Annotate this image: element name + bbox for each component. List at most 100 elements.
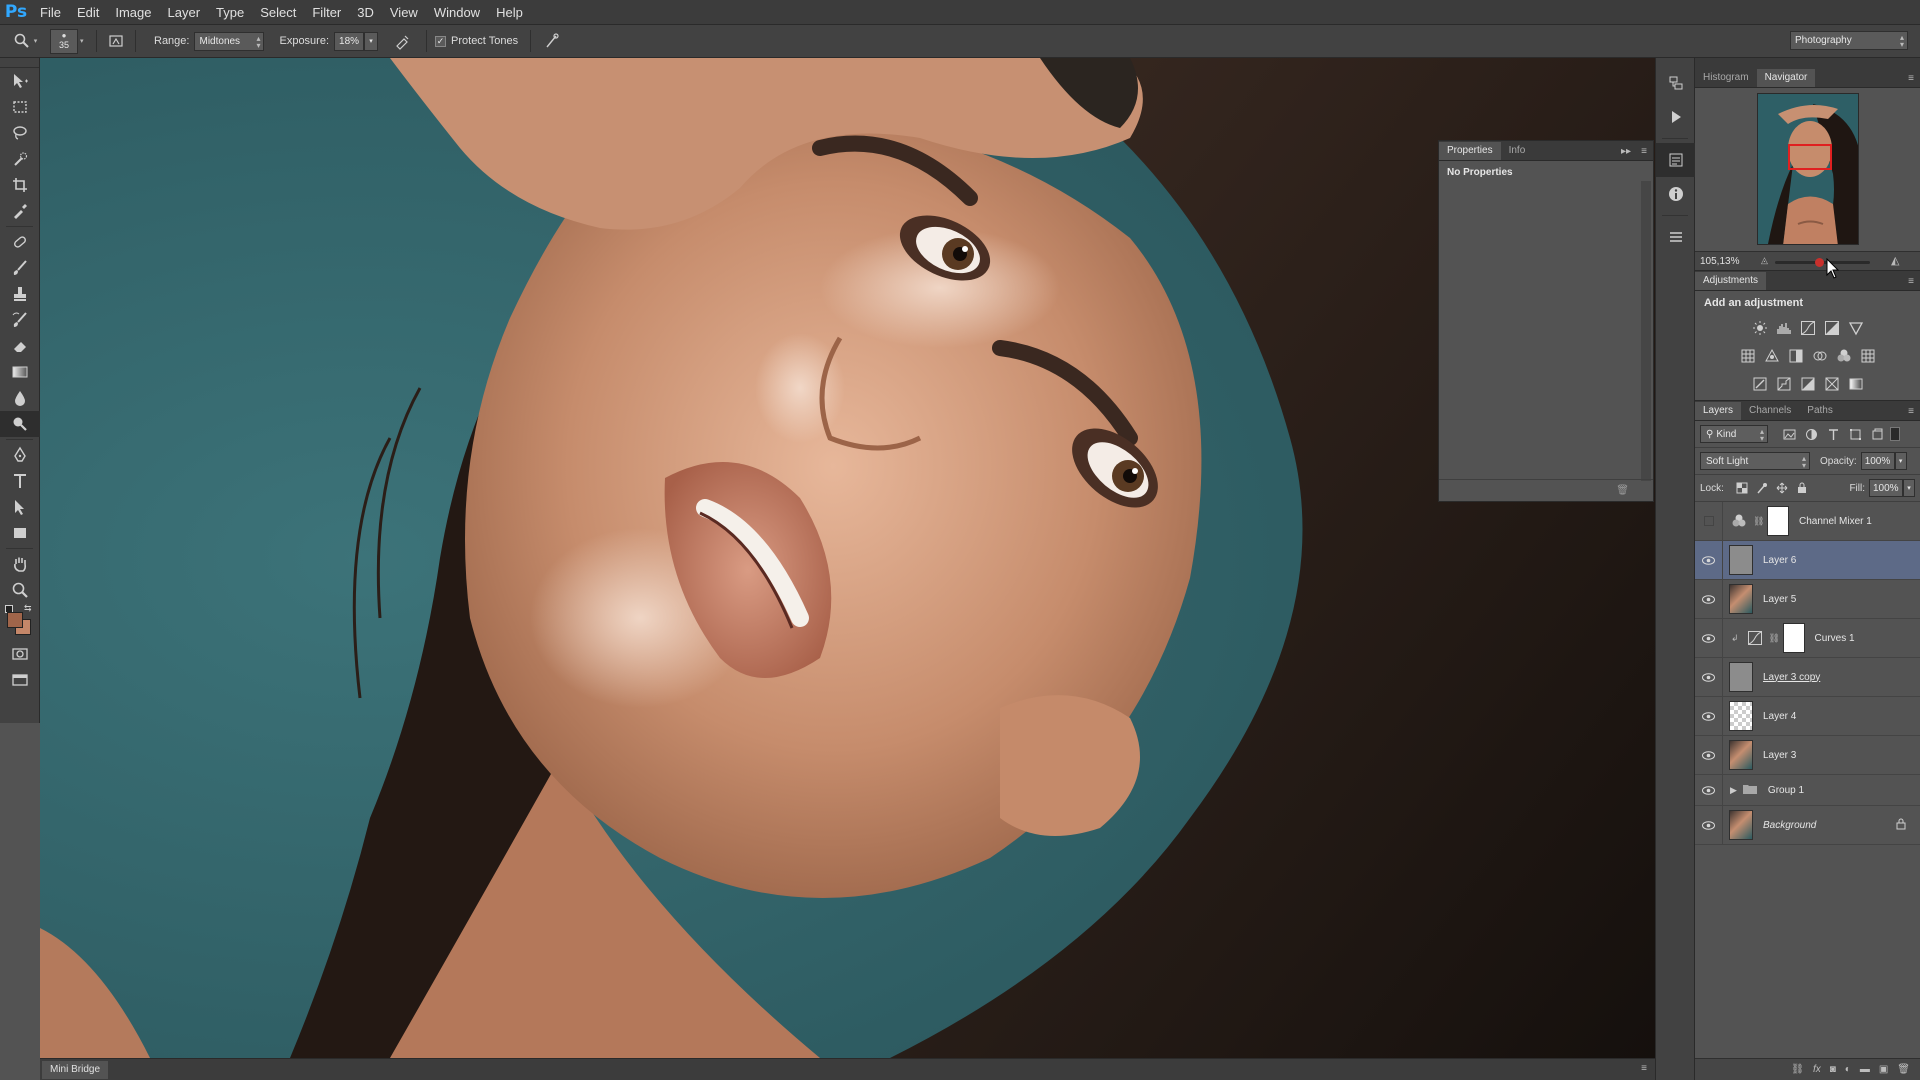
menu-help[interactable]: Help xyxy=(488,0,531,25)
zoom-in-icon[interactable]: ◭ xyxy=(1891,254,1899,267)
menu-select[interactable]: Select xyxy=(252,0,304,25)
filter-type-icon[interactable] xyxy=(1822,425,1844,443)
layer-comps-panel-icon[interactable] xyxy=(1656,220,1696,254)
filter-adjustment-icon[interactable] xyxy=(1800,425,1822,443)
navigator-zoom-slider[interactable] xyxy=(1775,258,1870,267)
properties-scrollbar[interactable] xyxy=(1641,181,1651,481)
opacity-slider-toggle[interactable]: ▾ xyxy=(1894,452,1907,470)
brightness-contrast-icon[interactable] xyxy=(1751,319,1769,337)
hand-tool-icon[interactable] xyxy=(0,551,40,577)
eye-icon[interactable] xyxy=(1695,735,1723,775)
healing-brush-tool-icon[interactable] xyxy=(0,229,40,255)
menu-image[interactable]: Image xyxy=(107,0,159,25)
opacity-input[interactable]: 100% xyxy=(1860,452,1895,470)
fill-input[interactable]: 100% xyxy=(1869,479,1903,497)
rectangle-tool-icon[interactable] xyxy=(0,520,40,546)
invert-icon[interactable] xyxy=(1751,375,1769,393)
exposure-input[interactable]: 18% xyxy=(334,31,365,51)
lock-position-icon[interactable] xyxy=(1772,480,1792,496)
tab-adjustments[interactable]: Adjustments xyxy=(1695,272,1767,290)
layer-thumbnail[interactable] xyxy=(1729,584,1753,614)
visibility-toggle-empty[interactable] xyxy=(1695,501,1723,541)
protect-tones-checkbox[interactable]: ✓ xyxy=(435,35,447,47)
new-group-icon[interactable]: ▬ xyxy=(1860,1064,1870,1075)
lock-transparent-icon[interactable] xyxy=(1732,480,1752,496)
threshold-icon[interactable] xyxy=(1799,375,1817,393)
tab-histogram[interactable]: Histogram xyxy=(1695,69,1757,87)
navigator-zoom-value[interactable]: 105,13% xyxy=(1700,256,1755,267)
add-mask-icon[interactable]: ◙ xyxy=(1830,1064,1836,1075)
layer-thumbnail[interactable] xyxy=(1729,810,1753,840)
navigator-thumbnail[interactable] xyxy=(1757,93,1859,245)
menu-type[interactable]: Type xyxy=(208,0,252,25)
layer-row-background[interactable]: Background xyxy=(1695,805,1920,845)
gradient-map-icon[interactable] xyxy=(1847,375,1865,393)
tab-properties[interactable]: Properties xyxy=(1439,142,1501,160)
exposure-slider-toggle[interactable]: ▾ xyxy=(364,31,379,51)
eye-icon[interactable] xyxy=(1695,657,1723,697)
workspace-select[interactable]: Photography ▴ ▾ xyxy=(1790,31,1908,50)
quick-selection-tool-icon[interactable] xyxy=(0,146,40,172)
eraser-tool-icon[interactable] xyxy=(0,333,40,359)
tab-layers[interactable]: Layers xyxy=(1695,402,1742,420)
eye-icon[interactable] xyxy=(1695,540,1723,580)
channel-mixer-icon[interactable] xyxy=(1835,347,1853,365)
filter-pixel-icon[interactable] xyxy=(1778,425,1800,443)
collapse-grip[interactable] xyxy=(1656,58,1694,66)
blend-mode-select[interactable]: Soft Light ▴ ▾ xyxy=(1700,452,1810,470)
blur-tool-icon[interactable] xyxy=(0,385,40,411)
link-icon[interactable]: ⛓ xyxy=(1753,516,1764,527)
panel-menu-icon[interactable]: ≡ xyxy=(1908,406,1914,417)
brush-size-picker[interactable]: ● 35 xyxy=(50,28,78,54)
link-layers-icon[interactable]: ⛓ xyxy=(1791,1064,1804,1075)
exposure-icon[interactable] xyxy=(1823,319,1841,337)
layer-name[interactable]: Layer 5 xyxy=(1763,594,1796,605)
eye-icon[interactable] xyxy=(1695,618,1723,658)
layer-thumbnail[interactable] xyxy=(1729,740,1753,770)
brush-tool-icon[interactable] xyxy=(0,255,40,281)
document-canvas[interactable] xyxy=(40,58,1655,1058)
layer-name[interactable]: Layer 6 xyxy=(1763,555,1796,566)
clone-stamp-tool-icon[interactable] xyxy=(0,281,40,307)
layer-row-layer-5[interactable]: Layer 5 xyxy=(1695,579,1920,619)
eye-icon[interactable] xyxy=(1695,805,1723,845)
layer-row-layer-3-copy[interactable]: Layer 3 copy xyxy=(1695,657,1920,697)
info-panel-icon[interactable] xyxy=(1656,177,1696,211)
fill-slider-toggle[interactable]: ▾ xyxy=(1903,479,1915,497)
tab-info[interactable]: Info xyxy=(1501,142,1534,160)
new-adjustment-layer-icon[interactable]: ◐ xyxy=(1845,1064,1851,1075)
history-panel-icon[interactable] xyxy=(1656,66,1696,100)
expand-arrow-icon[interactable]: ▶ xyxy=(1730,785,1737,796)
layer-row-group-1[interactable]: ▶ Group 1 xyxy=(1695,774,1920,806)
layer-name[interactable]: Channel Mixer 1 xyxy=(1799,516,1872,527)
panel-dock-grip[interactable] xyxy=(1695,58,1920,68)
tab-mini-bridge[interactable]: Mini Bridge xyxy=(42,1061,109,1079)
zoom-tool-icon[interactable] xyxy=(0,577,40,603)
range-select[interactable]: Midtones ▴ ▾ xyxy=(194,31,265,51)
zoom-out-icon[interactable]: ◬ xyxy=(1761,255,1768,266)
hue-saturation-icon[interactable] xyxy=(1739,347,1757,365)
path-selection-tool-icon[interactable] xyxy=(0,494,40,520)
properties-panel-icon[interactable] xyxy=(1656,143,1696,177)
navigator-view-box[interactable] xyxy=(1788,144,1832,170)
trash-icon[interactable]: 🗑 xyxy=(1616,485,1629,496)
photo-filter-icon[interactable] xyxy=(1811,347,1829,365)
lock-image-icon[interactable] xyxy=(1752,480,1772,496)
lasso-tool-icon[interactable] xyxy=(0,120,40,146)
screen-mode-icon[interactable] xyxy=(0,667,40,693)
layer-row-curves-1[interactable]: ↲ ⛓ Curves 1 xyxy=(1695,618,1920,658)
selective-color-icon[interactable] xyxy=(1823,375,1841,393)
menu-file[interactable]: File xyxy=(32,0,69,25)
layer-row-layer-3[interactable]: Layer 3 xyxy=(1695,735,1920,775)
color-balance-icon[interactable] xyxy=(1763,347,1781,365)
link-icon[interactable]: ⛓ xyxy=(1769,633,1780,644)
actions-panel-icon[interactable] xyxy=(1656,100,1696,134)
eye-icon[interactable] xyxy=(1695,579,1723,619)
type-tool-icon[interactable] xyxy=(0,468,40,494)
panel-menu-icon[interactable]: ≡ xyxy=(1641,1063,1647,1074)
eye-icon[interactable] xyxy=(1695,696,1723,736)
menu-view[interactable]: View xyxy=(382,0,426,25)
layer-name[interactable]: Background xyxy=(1763,820,1816,831)
layer-name[interactable]: Layer 3 xyxy=(1763,750,1796,761)
move-tool-icon[interactable] xyxy=(0,68,40,94)
